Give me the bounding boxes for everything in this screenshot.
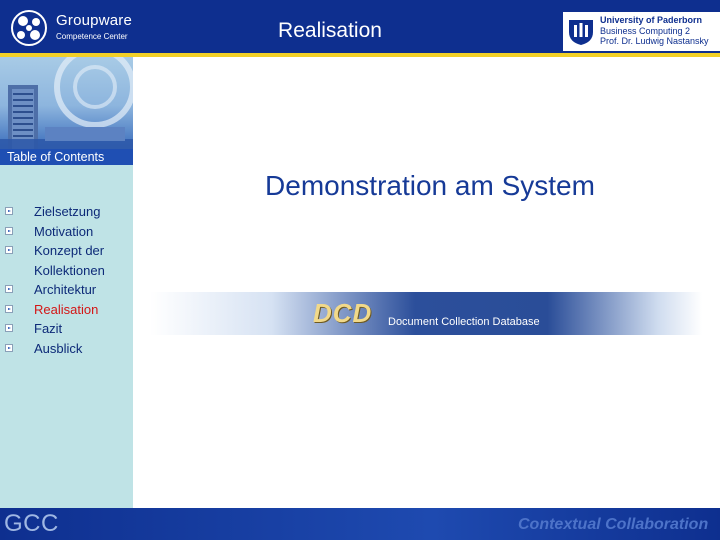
toc-item-ausblick[interactable]: Ausblick: [0, 339, 133, 359]
toc-bullet-icon: [5, 226, 13, 235]
slide-footer: GCC Contextual Collaboration: [0, 508, 720, 540]
toc-item-konzept[interactable]: Konzept der Kollektionen: [0, 241, 133, 280]
dcd-banner: DCD Document Collection Database: [150, 292, 702, 335]
groupware-logo: Groupware Competence Center: [8, 6, 133, 48]
university-logo: University of Paderborn Business Computi…: [563, 12, 720, 51]
toc-item-motivation[interactable]: Motivation: [0, 222, 133, 242]
toc-item-label: Architektur: [34, 282, 97, 297]
toc-item-label: Fazit: [34, 321, 63, 336]
footer-brand: GCC: [4, 510, 59, 537]
toc-header: Table of Contents: [0, 149, 133, 165]
university-professor: Prof. Dr. Ludwig Nastansky: [600, 36, 709, 46]
globe-icon: [11, 10, 47, 46]
footer-tagline: Contextual Collaboration: [518, 516, 709, 533]
toc-item-label: Zielsetzung: [34, 204, 101, 219]
groupware-logo-subtitle: Competence Center: [56, 32, 128, 41]
toc-bullet-icon: [5, 285, 13, 293]
toc-list: Zielsetzung Motivation Konzept der Kolle…: [0, 202, 133, 358]
toc-item-realisation[interactable]: Realisation: [0, 300, 133, 320]
sidebar: Table of Contents Zielsetzung Motivation…: [0, 57, 133, 508]
university-name: University of Paderborn: [600, 15, 703, 25]
toc-title: Table of Contents: [7, 150, 105, 164]
toc-item-zielsetzung[interactable]: Zielsetzung: [0, 202, 133, 222]
toc-item-fazit[interactable]: Fazit: [0, 319, 133, 339]
toc-bullet-icon: [5, 343, 13, 352]
toc-bullet-icon: [5, 246, 13, 254]
dcd-banner-text: Document Collection Database: [388, 316, 540, 328]
toc-bullet-icon: [5, 304, 13, 313]
dcd-logo: DCD: [313, 298, 373, 328]
university-department: Business Computing 2: [600, 25, 691, 36]
toc-bullet-icon: [5, 207, 13, 215]
main-heading: Demonstration am System: [265, 170, 595, 201]
toc-bullet-icon: [5, 324, 13, 332]
toc-item-label: Konzept der Kollektionen: [34, 243, 105, 278]
groupware-logo-name: Groupware: [56, 12, 133, 29]
slide-header: Groupware Competence Center Realisation …: [0, 0, 720, 57]
building-photo: Table of Contents: [0, 57, 133, 165]
university-crest-icon: [569, 20, 593, 45]
slide-title: Realisation: [278, 19, 382, 42]
toc-item-architektur[interactable]: Architektur: [0, 280, 133, 300]
toc-item-label: Realisation: [34, 301, 99, 317]
toc-item-label: Motivation: [34, 223, 94, 239]
toc-item-label: Ausblick: [34, 340, 83, 356]
